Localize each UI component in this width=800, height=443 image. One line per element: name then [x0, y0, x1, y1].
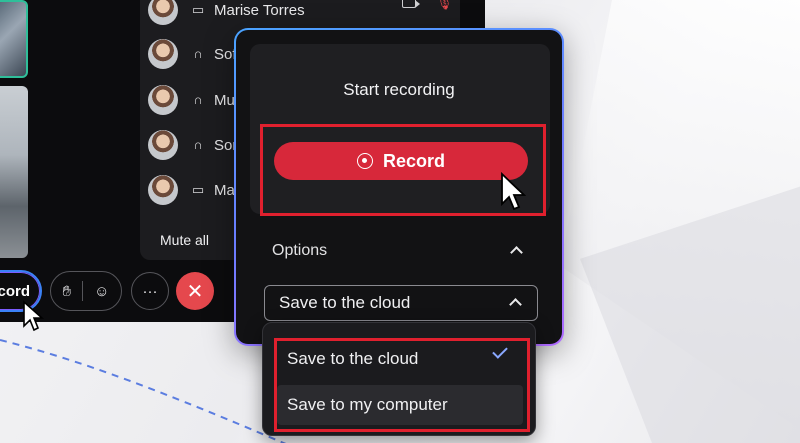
participant-row[interactable]: ∩ Mu	[148, 84, 235, 116]
more-options-button[interactable]: ···	[131, 272, 169, 310]
avatar	[148, 0, 178, 25]
emoji-icon[interactable]: ☺	[94, 283, 109, 300]
participant-row[interactable]: ▭ Ma	[148, 174, 235, 206]
reactions-group: ✋︎ ☺	[50, 271, 122, 311]
headset-icon: ∩	[193, 137, 203, 152]
mic-muted-icon[interactable]: 🎙︎	[436, 0, 453, 11]
save-location-select[interactable]: Save to the cloud	[264, 285, 538, 321]
highlight-box	[274, 338, 530, 432]
mouse-cursor-icon	[23, 300, 44, 332]
video-tile[interactable]	[0, 86, 28, 258]
avatar	[148, 39, 178, 69]
screen-icon: ▭	[191, 2, 205, 17]
participant-row[interactable]: ▭ Marise Torres 🎙︎	[148, 0, 453, 26]
chevron-up-icon[interactable]	[510, 246, 523, 259]
screen-icon: ▭	[191, 182, 205, 197]
participant-row[interactable]: ∩ Son	[148, 129, 241, 161]
chevron-up-icon	[509, 298, 522, 311]
mouse-cursor-icon	[501, 172, 526, 211]
headset-icon: ∩	[193, 92, 203, 107]
leave-meeting-button[interactable]: ✕	[176, 272, 214, 310]
participant-name: Marise Torres	[214, 1, 305, 19]
select-value: Save to the cloud	[279, 293, 411, 312]
raise-hand-icon[interactable]: ✋︎	[63, 283, 72, 300]
camera-icon[interactable]	[402, 0, 420, 8]
options-label: Options	[272, 242, 328, 259]
avatar	[148, 175, 178, 205]
headset-icon: ∩	[193, 46, 203, 61]
avatar	[148, 130, 178, 160]
participant-row[interactable]: ∩ Sof	[148, 38, 237, 70]
panel-title: Start recording	[343, 80, 455, 99]
video-tile[interactable]	[0, 0, 28, 78]
avatar	[148, 85, 178, 115]
divider	[82, 281, 84, 301]
participant-name: Ma	[214, 181, 235, 199]
participant-name: Mu	[214, 91, 235, 109]
mute-all-button[interactable]: Mute all	[160, 232, 209, 248]
